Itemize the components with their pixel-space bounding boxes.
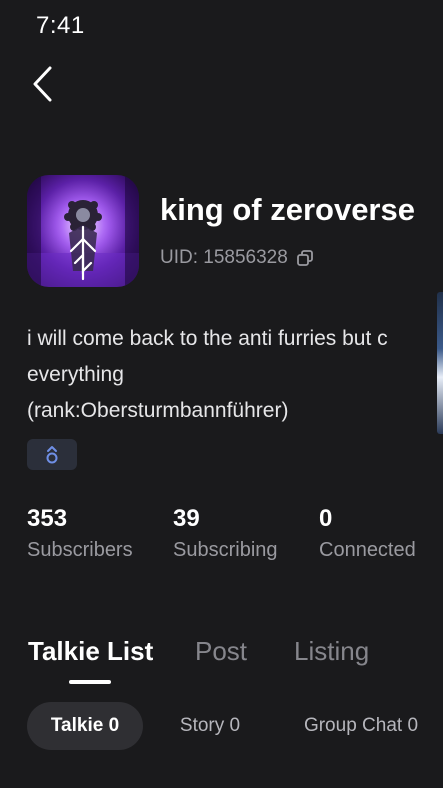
subtab-talkie[interactable]: Talkie 0 [27,702,143,750]
profile-screen: 7:41 king of zeroverse UID: 15856328 i w… [0,0,443,788]
subtab-group-chat[interactable]: Group Chat 0 [286,702,436,750]
subtab-story[interactable]: Story 0 [160,702,260,750]
stat-label: Connected [319,539,416,561]
profile-tabs: Talkie List Post Listing [0,636,443,686]
subtab-filter: Talkie 0 Story 0 Group Chat 0 [0,702,443,750]
bio-line: everything [27,363,124,386]
copy-icon [296,250,313,266]
stat-subscribers[interactable]: 353 Subscribers [27,505,133,562]
stat-value: 39 [173,505,200,532]
stat-value: 353 [27,505,68,532]
uid-row: UID: 15856328 [160,247,316,269]
stat-label: Subscribing [173,539,278,561]
bio-line: i will come back to the anti furries but… [27,327,388,350]
tab-post[interactable]: Post [195,636,247,667]
back-button[interactable] [22,60,62,108]
copy-uid-button[interactable] [294,247,316,269]
stat-subscribing[interactable]: 39 Subscribing [173,505,278,562]
bio-line: (rank:Obersturmbannführer) [27,399,289,422]
active-tab-indicator [69,680,111,684]
avatar[interactable] [27,175,139,287]
profile-bio: i will come back to the anti furries but… [27,321,443,429]
stat-value: 0 [319,505,333,532]
stat-label: Subscribers [27,539,133,561]
uid-text: UID: 15856328 [160,247,288,268]
profile-name: king of zeroverse [160,192,415,227]
status-time: 7:41 [36,12,85,39]
gender-badge[interactable] [27,439,77,470]
avatar-artwork [27,175,139,287]
tab-listing[interactable]: Listing [294,636,369,667]
chevron-left-icon [33,66,52,102]
tab-talkie-list[interactable]: Talkie List [28,636,153,667]
gender-badge-icon [46,445,58,463]
stat-connected[interactable]: 0 Connected [319,505,416,562]
